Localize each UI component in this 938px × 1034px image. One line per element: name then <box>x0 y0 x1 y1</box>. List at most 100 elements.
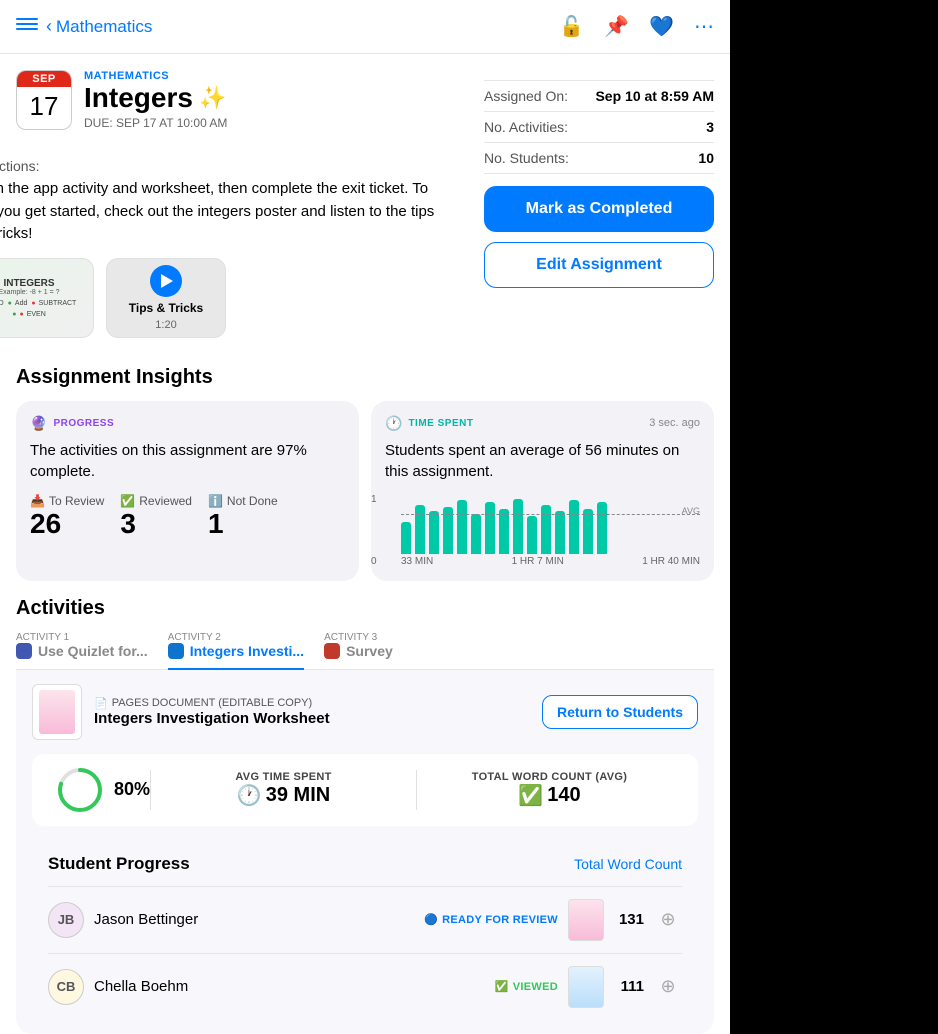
student-more-2[interactable]: ⊕ <box>654 973 682 1001</box>
student-name-2: Chella Boehm <box>94 978 485 995</box>
sidebar-toggle[interactable] <box>16 18 38 36</box>
avg-line <box>401 514 700 515</box>
activity-tab-1[interactable]: ACTIVITY 1 Use Quizlet for... <box>16 632 148 669</box>
poster-attachment[interactable]: INTEGERS Example: -8 + 1 = ? ● ADD ● Add… <box>0 258 94 338</box>
avg-time-metric: AVG TIME SPENT 🕐 39 MIN <box>151 771 416 808</box>
edit-assignment-button[interactable]: Edit Assignment <box>484 242 714 288</box>
chart-bar <box>569 500 579 553</box>
to-review-icon: 📥 To Review <box>30 494 104 508</box>
date-month: SEP <box>17 71 71 87</box>
progress-circle-wrap: 80% <box>48 766 150 814</box>
sp-header: Student Progress Total Word Count <box>48 854 682 874</box>
due-date: DUE: SEP 17 AT 10:00 AM <box>84 116 468 130</box>
chart-bar <box>429 511 439 554</box>
instructions-text: Finish the app activity and worksheet, t… <box>0 178 452 246</box>
student-row-1: JB Jason Bettinger 🔵 READY FOR REVIEW 13… <box>48 886 682 953</box>
attachments: INTEGERS Example: -8 + 1 = ? ● ADD ● Add… <box>0 246 468 350</box>
doc-thumb-inner <box>39 690 75 734</box>
pages-doc-icon: 📄 <box>94 697 108 710</box>
activities-value: 3 <box>706 119 714 135</box>
action-buttons: Mark as Completed Edit Assignment <box>484 186 714 288</box>
assigned-on-row: Assigned On: Sep 10 at 8:59 AM <box>484 80 714 112</box>
time-spent-card: 🕐 TIME SPENT 3 sec. ago Students spent a… <box>371 401 714 581</box>
insights-section: Assignment Insights 🔮 PROGRESS The activ… <box>0 350 730 581</box>
reviewed-value: 3 <box>120 508 192 540</box>
video-attachment[interactable]: Tips & Tricks 1:20 <box>106 258 226 338</box>
reviewed-stat: ✅ Reviewed 3 <box>120 494 192 540</box>
student-progress-section: Student Progress Total Word Count JB Jas… <box>32 840 698 1020</box>
quizlet-icon <box>16 643 32 659</box>
activity-tab-1-label: ACTIVITY 1 <box>16 632 69 643</box>
play-triangle <box>161 274 173 288</box>
chart-bar <box>415 505 425 554</box>
sp-title: Student Progress <box>48 854 190 874</box>
poster-content: ● ADD ● Add ● SUBTRACT ●● EVEN <box>0 300 85 318</box>
chart-bar <box>583 509 593 553</box>
reviewed-label: Reviewed <box>139 494 192 508</box>
return-to-students-button[interactable]: Return to Students <box>542 695 698 729</box>
poster-subtitle: Example: -8 + 1 = ? <box>0 289 60 296</box>
chart-bar <box>597 502 607 553</box>
word-count-label: TOTAL WORD COUNT (AVG) <box>417 771 682 783</box>
progress-pct: 80% <box>114 779 150 800</box>
checkmark-icon: ✅ <box>120 494 135 508</box>
more-icon[interactable]: ⋯ <box>694 14 714 39</box>
inbox-icon: 📥 <box>30 494 45 508</box>
time-ago: 3 sec. ago <box>649 417 700 429</box>
to-review-value: 26 <box>30 508 104 540</box>
total-word-count-link[interactable]: Total Word Count <box>574 856 682 872</box>
progress-circle <box>56 766 104 814</box>
title-text: Integers <box>84 82 193 114</box>
student-more-1[interactable]: ⊕ <box>654 906 682 934</box>
chart-bar <box>499 509 509 553</box>
chart-bar <box>513 499 523 554</box>
avg-time-val: 39 MIN <box>266 784 330 807</box>
status-label-1: READY FOR REVIEW <box>442 914 558 926</box>
activity-detail: 📄 PAGES DOCUMENT (EDITABLE COPY) Integer… <box>16 670 714 1034</box>
to-review-label: To Review <box>49 494 104 508</box>
progress-badge: PROGRESS <box>53 418 114 429</box>
doc-type: 📄 PAGES DOCUMENT (EDITABLE COPY) <box>94 697 530 710</box>
not-done-label: Not Done <box>227 494 278 508</box>
activities-label: No. Activities: <box>484 119 568 135</box>
student-name-1: Jason Bettinger <box>94 911 414 928</box>
insights-title: Assignment Insights <box>16 366 714 389</box>
progress-header: 🔮 PROGRESS <box>30 415 345 432</box>
video-duration: 1:20 <box>155 319 176 331</box>
axis-top: 1 <box>371 494 377 505</box>
instructions-section: Instructions: Finish the app activity an… <box>0 146 468 246</box>
back-button[interactable]: ‹ Mathematics <box>46 16 152 37</box>
heart-icon[interactable]: 💙 <box>649 14 674 39</box>
activity-tab-3[interactable]: ACTIVITY 3 Survey <box>324 632 444 669</box>
info-icon: ℹ️ <box>208 494 223 508</box>
avg-time-value: 🕐 39 MIN <box>151 783 416 808</box>
subject-label: MATHEMATICS <box>84 70 468 82</box>
chart-label-2: 1 HR 7 MIN <box>512 556 564 567</box>
play-icon[interactable] <box>150 265 182 297</box>
students-label: No. Students: <box>484 150 569 166</box>
pin-icon[interactable]: 📌 <box>604 14 629 39</box>
doc-name: Integers Investigation Worksheet <box>94 710 530 727</box>
metrics-row: 80% AVG TIME SPENT 🕐 39 MIN TOTAL WORD C… <box>32 754 698 826</box>
doc-thumbnail <box>32 684 82 740</box>
activity-tab-2[interactable]: ACTIVITY 2 Integers Investi... <box>168 632 304 669</box>
activities-section: Activities ACTIVITY 1 Use Quizlet for...… <box>0 581 730 1034</box>
student-initials-2: CB <box>57 979 76 994</box>
not-done-stat: ℹ️ Not Done 1 <box>208 494 278 540</box>
unlock-icon[interactable]: 🔓 <box>559 14 584 39</box>
chart-label-1: 33 MIN <box>401 556 433 567</box>
activities-tabs: ACTIVITY 1 Use Quizlet for... ACTIVITY 2… <box>16 632 714 670</box>
doc-info: 📄 PAGES DOCUMENT (EDITABLE COPY) Integer… <box>94 697 530 727</box>
not-done-icon: ℹ️ Not Done <box>208 494 278 508</box>
checkmark-circle-icon: ✅ <box>518 783 543 808</box>
doc-type-label: PAGES DOCUMENT (EDITABLE COPY) <box>112 697 312 709</box>
chart-bar <box>541 505 551 554</box>
bar-chart-container: 1 0 AVG 33 MIN 1 HR 7 MIN 1 HR 40 MIN <box>385 494 700 567</box>
poster-title: INTEGERS <box>3 278 54 289</box>
mark-completed-button[interactable]: Mark as Completed <box>484 186 714 232</box>
student-row-2: CB Chella Boehm ✅ VIEWED 111 ⊕ <box>48 953 682 1020</box>
progress-text: The activities on this assignment are 97… <box>30 440 345 482</box>
assignment-title: Integers ✨ <box>84 82 468 114</box>
nav-back-label: Mathematics <box>56 17 152 37</box>
avg-label: AVG <box>682 506 700 516</box>
